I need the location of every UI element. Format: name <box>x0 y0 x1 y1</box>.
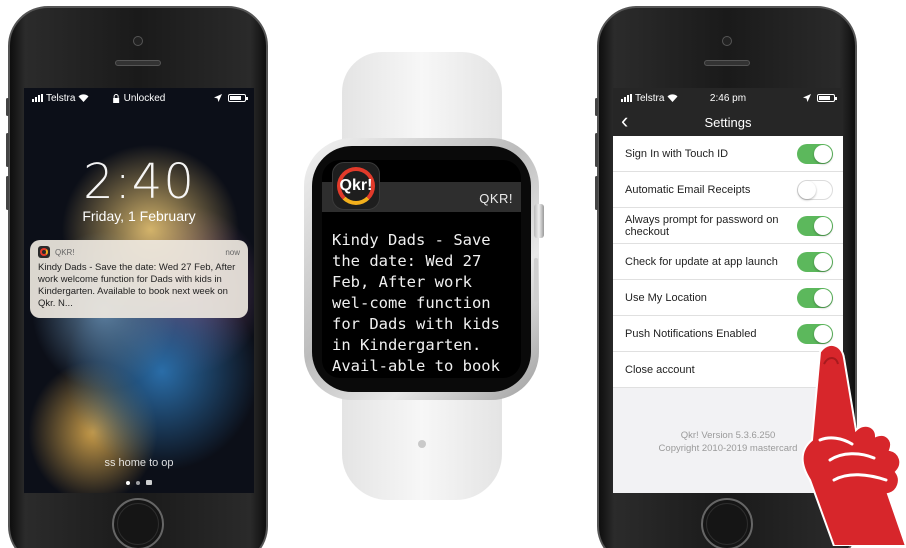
toggle-knob <box>814 216 832 235</box>
settings-row[interactable]: Sign In with Touch ID <box>613 136 843 172</box>
wifi-icon <box>78 94 89 102</box>
status-bar: Telstra 2:46 pm <box>613 88 843 108</box>
wifi-icon <box>667 94 678 102</box>
settings-row[interactable]: Use My Location <box>613 280 843 316</box>
settings-row[interactable]: Always prompt for password on checkout <box>613 208 843 244</box>
status-right <box>803 94 837 102</box>
earpiece-speaker <box>704 60 750 66</box>
toggle-knob <box>814 144 832 163</box>
lock-screen: Telstra Unlocked 2:40 Friday, 1 February… <box>24 88 254 493</box>
location-icon <box>803 94 811 102</box>
toggle-switch[interactable] <box>797 287 833 308</box>
mute-switch <box>6 98 9 116</box>
watch-screen: Qkr! QKR! Kindy Dads - Save the date: We… <box>322 160 521 378</box>
carrier-label: Telstra <box>46 92 76 104</box>
page-dot <box>126 480 130 485</box>
earpiece-speaker <box>115 60 161 66</box>
front-camera <box>722 36 732 46</box>
page-indicator <box>24 480 254 485</box>
battery-icon <box>228 94 248 102</box>
battery-icon <box>817 94 837 102</box>
settings-row-label: Sign In with Touch ID <box>625 147 729 160</box>
notification-card[interactable]: QKR! now Kindy Dads - Save the date: Wed… <box>30 240 248 318</box>
lock-status-label: Unlocked <box>123 92 166 104</box>
toggle-switch[interactable] <box>797 215 833 236</box>
status-right <box>214 94 248 102</box>
toggle-knob <box>798 180 816 199</box>
settings-row[interactable]: Automatic Email Receipts <box>613 172 843 208</box>
camera-icon[interactable] <box>146 480 152 485</box>
lockscreen-phone: Telstra Unlocked 2:40 Friday, 1 February… <box>6 6 268 548</box>
notification-app-name: QKR! <box>55 247 75 257</box>
settings-row-label: Check for update at app launch <box>625 255 778 268</box>
toggle-switch[interactable] <box>797 251 833 272</box>
foam-finger-icon <box>801 343 906 546</box>
carrier: Telstra <box>32 93 89 104</box>
settings-row-label: Always prompt for password on checkout <box>625 213 779 238</box>
lock-icon <box>113 93 120 103</box>
watch-message[interactable]: Kindy Dads - Save the date: Wed 27 Feb, … <box>332 230 513 378</box>
home-button[interactable] <box>112 498 164 548</box>
lock-date: Friday, 1 February <box>82 208 196 224</box>
strap-hole <box>418 440 426 448</box>
toggle-switch[interactable] <box>797 143 833 164</box>
watch-icon-text: Qkr! <box>339 177 373 194</box>
settings-row-label: Automatic Email Receipts <box>625 183 751 196</box>
home-button[interactable] <box>701 498 753 548</box>
mute-switch <box>595 98 598 116</box>
front-camera <box>133 36 143 46</box>
unlock-hint: ss home to op <box>104 457 174 469</box>
page-title: Settings <box>704 114 752 130</box>
qkr-app-icon: Qkr! <box>332 162 380 210</box>
navigation-bar: ‹ Settings <box>613 108 843 136</box>
signal-icon <box>621 94 632 102</box>
toggle-knob <box>814 288 832 307</box>
notification-time: now <box>225 247 240 257</box>
volume-down-button <box>595 176 598 210</box>
status-bar: Telstra Unlocked <box>24 88 254 108</box>
status-time: 2:46 pm <box>709 92 747 104</box>
location-icon <box>214 94 222 102</box>
page-dot <box>136 480 140 485</box>
signal-icon <box>32 94 43 102</box>
settings-row[interactable]: Check for update at app launch <box>613 244 843 280</box>
qkr-app-icon <box>38 246 50 258</box>
watch-app-name: QKR! <box>479 191 513 206</box>
carrier: Telstra <box>621 93 678 104</box>
carrier-label: Telstra <box>635 92 665 104</box>
volume-up-button <box>595 133 598 167</box>
digital-crown[interactable] <box>534 204 544 238</box>
settings-row-label: Use My Location <box>625 291 707 304</box>
settings-row-label: Push Notifications Enabled <box>625 327 757 340</box>
toggle-knob <box>814 252 832 271</box>
toggle-switch[interactable] <box>797 179 833 200</box>
lock-status: Unlocked <box>113 92 166 104</box>
volume-down-button <box>6 176 9 210</box>
volume-up-button <box>6 133 9 167</box>
notification-body: Kindy Dads - Save the date: Wed 27 Feb, … <box>38 262 236 309</box>
notification-header: QKR! now <box>38 246 240 258</box>
watch-side-button[interactable] <box>534 258 538 302</box>
lock-clock: 2:40 <box>83 154 195 210</box>
back-chevron-icon[interactable]: ‹ <box>621 110 628 132</box>
